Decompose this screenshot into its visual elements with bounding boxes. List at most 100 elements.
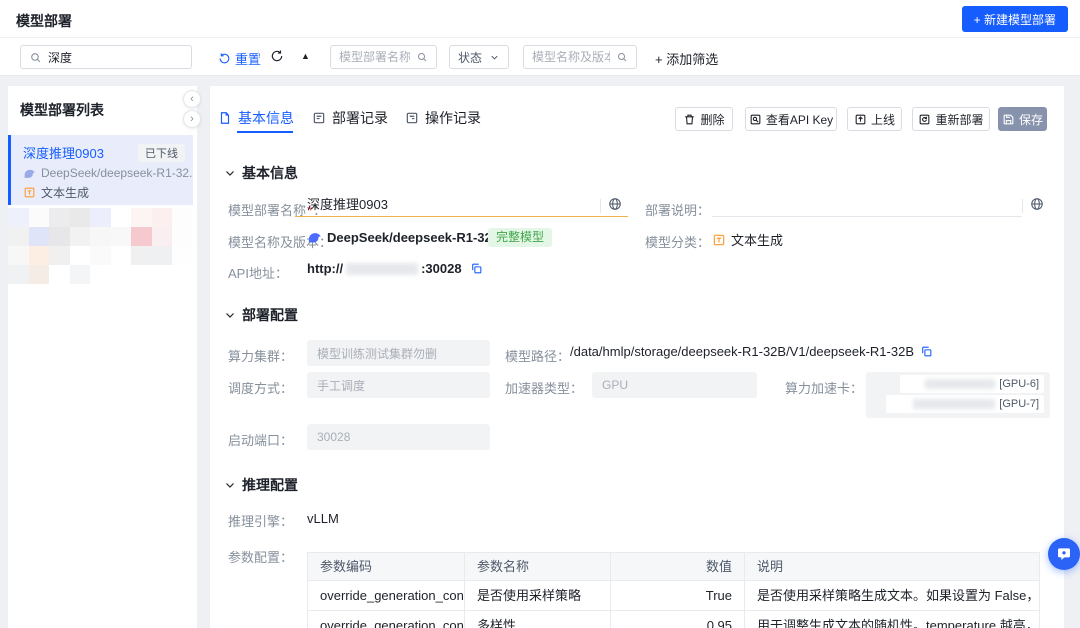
- chevron-down-icon: [489, 52, 500, 63]
- search-icon: [29, 51, 42, 64]
- accelerator-label: 加速器类型：: [505, 378, 583, 397]
- redacted-node-name: [913, 399, 995, 409]
- panel-collapse-right-icon[interactable]: ›: [183, 110, 201, 128]
- doc-history-icon: [312, 111, 326, 125]
- deployment-model: DeepSeek/deepseek-R1-32...: [41, 166, 193, 180]
- schedule-input-disabled: 手工调度: [307, 372, 490, 398]
- save-button[interactable]: 保存: [998, 107, 1047, 131]
- reset-filters-link[interactable]: 重置: [218, 49, 261, 68]
- search-icon: [416, 51, 428, 63]
- search-box[interactable]: [20, 45, 192, 69]
- filter-toolbar: 重置 ▲ 状态 + 添加筛选: [0, 38, 1080, 76]
- assistant-fab[interactable]: [1048, 538, 1080, 570]
- gpu-card-chip: [GPU-7]: [886, 395, 1044, 413]
- deploy-name-filter[interactable]: [330, 45, 437, 69]
- section-chevron-icon: [224, 167, 236, 179]
- engine-value: vLLM: [307, 511, 339, 526]
- cluster-label: 算力集群：: [228, 346, 293, 365]
- model-path-label: 模型路径：: [505, 346, 570, 365]
- reset-icon: [218, 52, 231, 65]
- view-api-key-button[interactable]: 查看API Key: [745, 107, 837, 131]
- whale-model-icon: [23, 167, 36, 180]
- status-select[interactable]: 状态: [449, 45, 509, 69]
- doc-log-icon: [405, 111, 419, 125]
- cluster-input-disabled: 模型训练测试集群勿删: [307, 340, 490, 366]
- search-input[interactable]: [48, 50, 183, 64]
- redacted-node-name: [925, 379, 995, 389]
- go-online-icon: [854, 113, 867, 126]
- trash-icon: [683, 113, 696, 126]
- deployment-name: 深度推理0903: [23, 143, 104, 162]
- gpu-card-chip: [GPU-6]: [900, 375, 1044, 393]
- accelerator-input-disabled: GPU: [592, 372, 757, 398]
- accelerator-cards-box: [GPU-6] [GPU-7]: [866, 372, 1050, 418]
- params-table: 参数编码 参数名称 数值 说明 override_generation_conf…: [307, 552, 1040, 628]
- deploy-name-filter-input[interactable]: [339, 50, 410, 64]
- deploy-name-underline: [295, 216, 628, 217]
- params-table-header: 参数编码 参数名称 数值 说明: [308, 553, 1039, 580]
- field-divider: [600, 199, 601, 213]
- panel-collapse-left-icon[interactable]: ‹: [183, 90, 201, 108]
- deployment-category: 文本生成: [41, 184, 89, 201]
- section-inference-config[interactable]: 推理配置: [224, 475, 298, 495]
- model-path-value: /data/hmlp/storage/deepseek-R1-32B/V1/de…: [570, 344, 933, 359]
- accelerator-cards-label: 算力加速卡：: [785, 378, 863, 397]
- online-button[interactable]: 上线: [847, 107, 902, 131]
- category-label: 模型分类：: [645, 232, 710, 251]
- params-label: 参数配置：: [228, 547, 293, 566]
- table-row: override_generation_confi... 是否使用采样策略 Tr…: [308, 580, 1039, 610]
- table-row: override_generation_confi... 多样性 0.95 用于…: [308, 610, 1039, 628]
- deploy-name-input[interactable]: [307, 196, 592, 211]
- port-input-disabled: 30028: [307, 424, 490, 450]
- tab-deploy-records[interactable]: 部署记录: [312, 108, 388, 128]
- desc-label: 部署说明：: [645, 200, 710, 219]
- schedule-label: 调度方式：: [228, 378, 293, 397]
- delete-button[interactable]: 删除: [675, 107, 733, 131]
- text-generation-icon: [712, 233, 726, 247]
- api-address-value: http:// :30028: [307, 261, 483, 276]
- desc-underline: [712, 216, 1022, 217]
- whale-model-icon: [307, 230, 322, 245]
- copy-icon[interactable]: [470, 262, 483, 275]
- full-model-badge: 完整模型: [488, 228, 552, 247]
- model-version-filter-input[interactable]: [532, 50, 610, 64]
- new-deployment-button[interactable]: + 新建模型部署: [962, 6, 1068, 32]
- status-badge: 已下线: [138, 144, 185, 162]
- tab-operation-records[interactable]: 操作记录: [405, 108, 481, 128]
- deployment-list-panel: 模型部署列表 深度推理0903 已下线 DeepSeek/deepseek-R1…: [8, 86, 197, 628]
- text-generation-icon: [23, 186, 36, 199]
- redeploy-button[interactable]: 重新部署: [912, 107, 990, 131]
- port-label: 启动端口：: [228, 430, 293, 449]
- page-title: 模型部署: [16, 11, 72, 31]
- redacted-host: [346, 263, 418, 275]
- toolbar-divider: [258, 50, 259, 64]
- deployment-list-item-selected[interactable]: 深度推理0903 已下线 DeepSeek/deepseek-R1-32... …: [8, 135, 193, 205]
- redeploy-icon: [918, 113, 931, 126]
- section-basic-info[interactable]: 基本信息: [224, 163, 298, 183]
- globe-icon[interactable]: [1030, 197, 1044, 211]
- app-header: 模型部署 + 新建模型部署: [0, 0, 1080, 38]
- add-filter-link[interactable]: + 添加筛选: [655, 49, 718, 68]
- api-address-label: API地址：: [228, 263, 288, 282]
- doc-icon: [218, 111, 232, 125]
- api-key-icon: [749, 113, 762, 126]
- active-tab-underline: [237, 131, 293, 133]
- collapse-filters-icon[interactable]: ▲: [301, 51, 310, 61]
- section-chevron-icon: [224, 309, 236, 321]
- blurred-deployment-list-item[interactable]: [8, 208, 193, 284]
- model-version-filter[interactable]: [523, 45, 637, 69]
- deployment-list-title: 模型部署列表: [20, 100, 104, 120]
- copy-icon[interactable]: [920, 345, 933, 358]
- category-value: 文本生成: [712, 230, 783, 249]
- search-icon: [616, 51, 628, 63]
- section-deploy-config[interactable]: 部署配置: [224, 305, 298, 325]
- assistant-icon: [1055, 545, 1073, 563]
- tab-basic-info[interactable]: 基本信息: [218, 108, 294, 128]
- save-icon: [1002, 113, 1015, 126]
- engine-label: 推理引擎：: [228, 511, 293, 530]
- app-window: 模型部署 + 新建模型部署 重置 ▲ 状态: [0, 0, 1080, 628]
- desc-input[interactable]: [712, 196, 1002, 211]
- refresh-icon[interactable]: [270, 49, 284, 63]
- globe-icon[interactable]: [608, 197, 622, 211]
- section-chevron-icon: [224, 479, 236, 491]
